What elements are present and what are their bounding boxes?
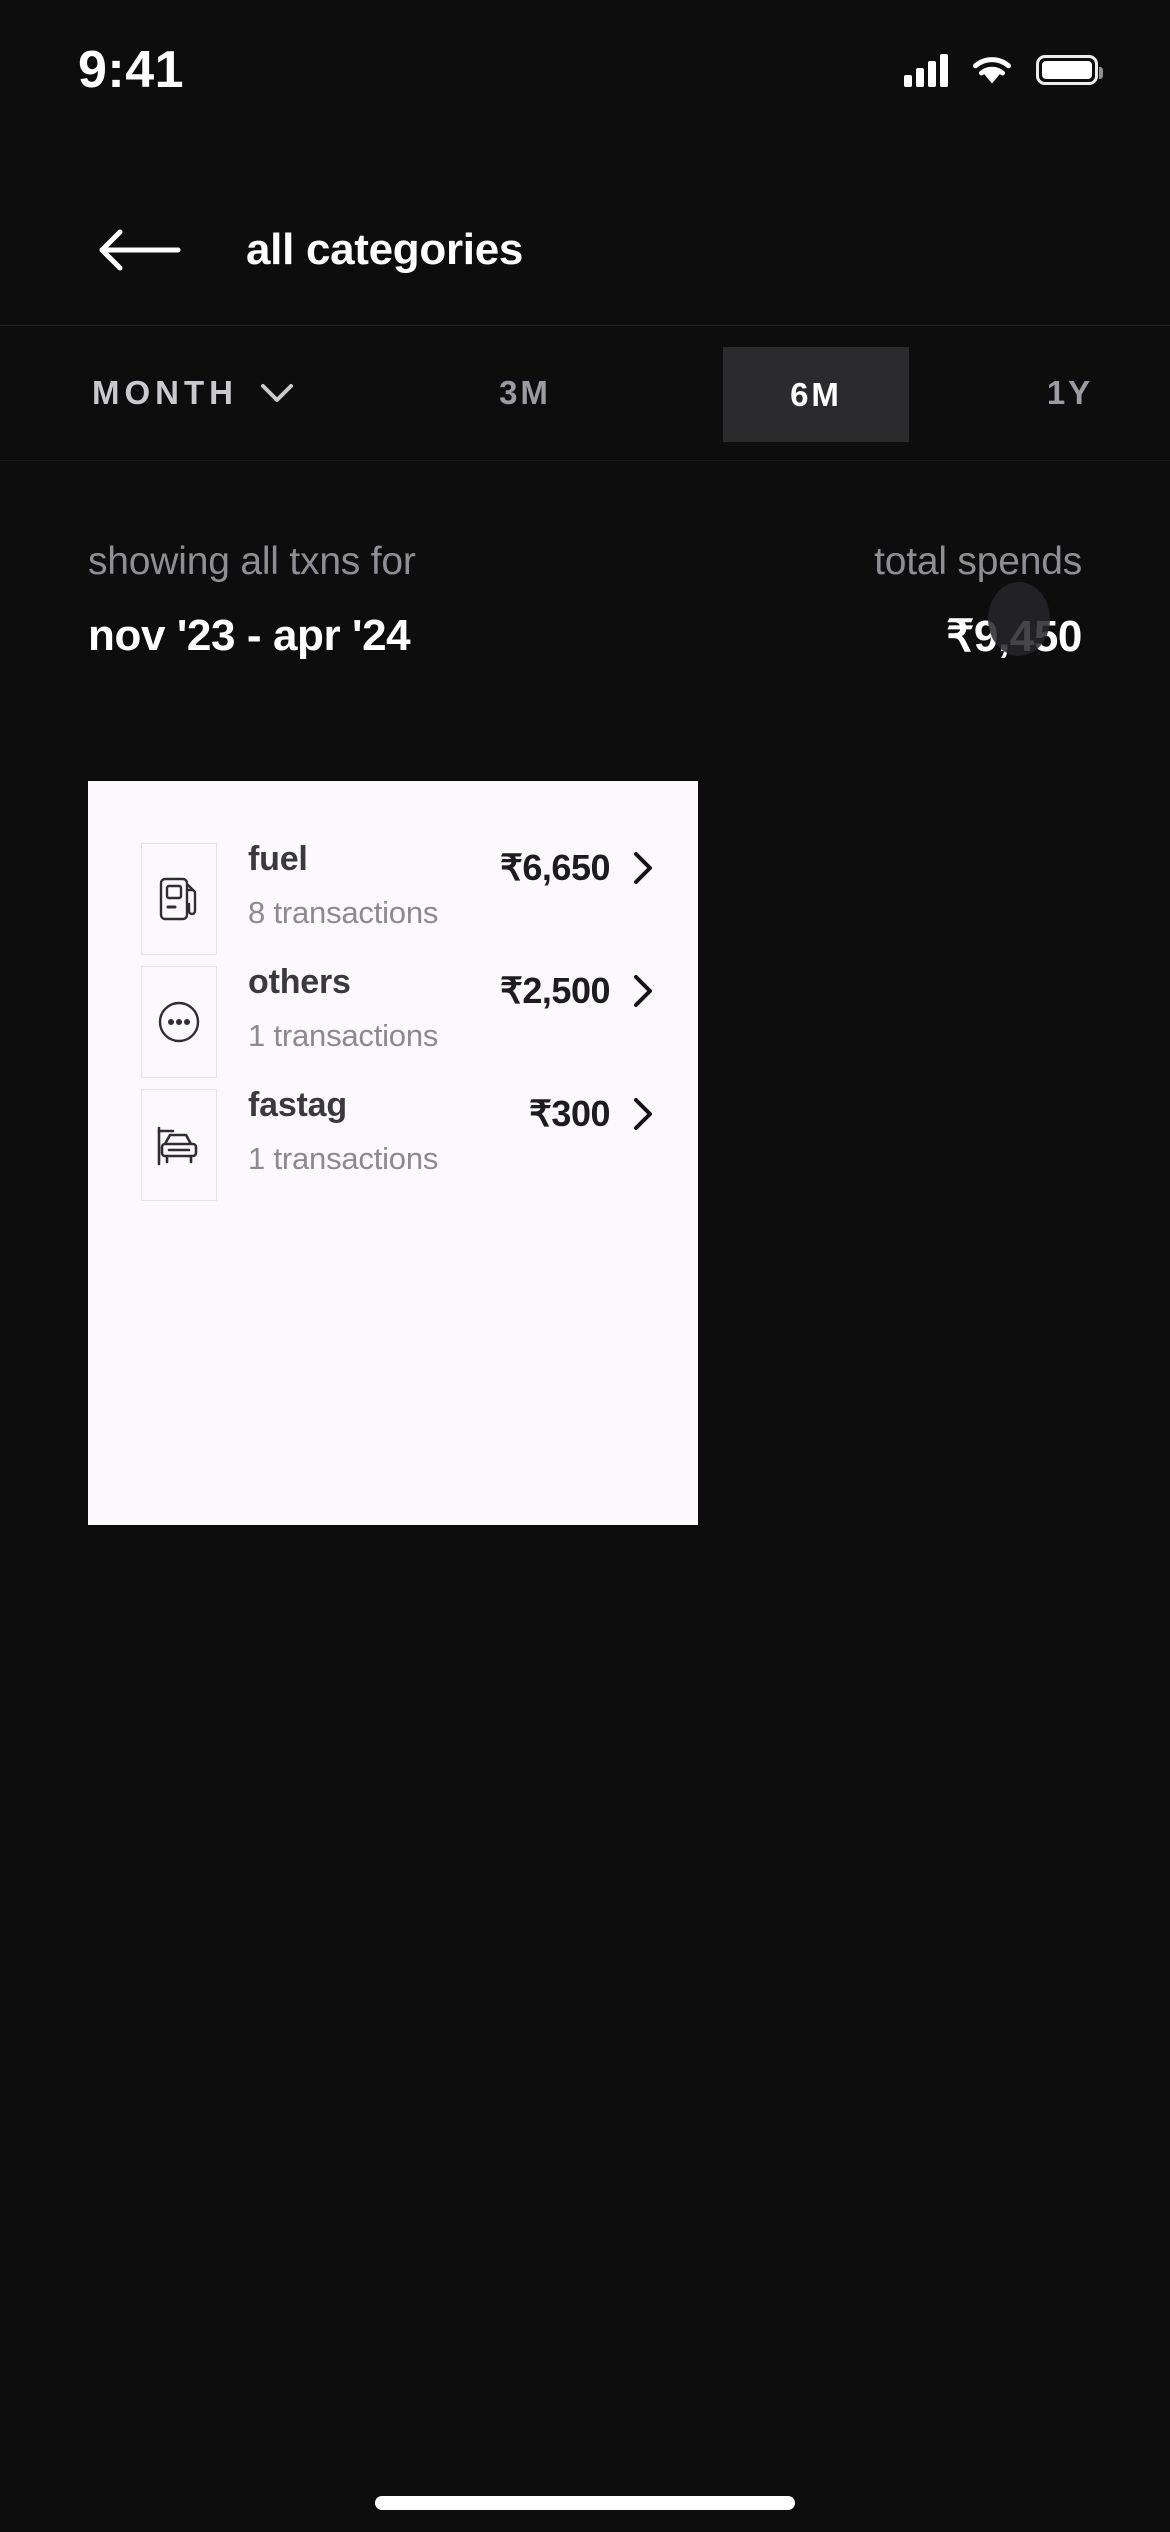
category-transactions: 1 transactions xyxy=(248,1141,439,1176)
category-amount-group-fastag[interactable]: ₹300 xyxy=(529,1093,654,1135)
range-tab-6m-label: 6M xyxy=(790,375,842,413)
page-title: all categories xyxy=(246,225,524,274)
back-arrow-icon[interactable] xyxy=(90,220,186,280)
summary-values: nov '23 - apr '24 ₹9,450 xyxy=(88,611,1082,662)
month-dropdown-label: MONTH xyxy=(92,374,238,411)
status-indicators xyxy=(904,53,1103,87)
range-tab-3m-label: 3M xyxy=(499,374,551,411)
three-dots-circle-icon xyxy=(141,966,217,1078)
period-filter-bar: MONTH 3M 6M 1Y xyxy=(0,325,1170,461)
wifi-icon xyxy=(973,57,1011,84)
summary-labels: showing all txns for total spends xyxy=(88,540,1082,584)
category-name: fuel xyxy=(248,840,308,878)
category-card: fuel 8 transactions ₹6,650 others 1 tran… xyxy=(88,781,698,1525)
chevron-right-icon xyxy=(634,1098,652,1130)
category-amount-group-fuel[interactable]: ₹6,650 xyxy=(500,847,654,889)
decorative-blob xyxy=(988,582,1050,656)
category-row-others[interactable]: others 1 transactions ₹2,500 xyxy=(88,963,698,1078)
battery-icon xyxy=(1036,55,1103,85)
fuel-pump-icon xyxy=(141,843,217,955)
chevron-right-icon xyxy=(634,852,652,884)
category-name: fastag xyxy=(248,1086,347,1124)
status-bar: 9:41 xyxy=(0,0,1170,140)
total-spends-label: total spends xyxy=(874,540,1082,583)
chevron-right-icon xyxy=(634,975,652,1007)
category-amount: ₹2,500 xyxy=(500,970,611,1011)
period-range-value: nov '23 - apr '24 xyxy=(88,611,411,660)
home-indicator[interactable] xyxy=(375,2496,795,2510)
category-amount: ₹300 xyxy=(529,1093,610,1134)
range-tab-1y[interactable]: 1Y xyxy=(990,326,1150,460)
category-row-fastag[interactable]: fastag 1 transactions ₹300 xyxy=(88,1086,698,1201)
category-row-fuel[interactable]: fuel 8 transactions ₹6,650 xyxy=(88,840,698,955)
cellular-signal-icon xyxy=(904,53,948,87)
summary-section: showing all txns for total spends nov '2… xyxy=(0,540,1170,720)
status-time: 9:41 xyxy=(78,41,185,99)
showing-label: showing all txns for xyxy=(88,540,416,583)
range-tab-3m[interactable]: 3M xyxy=(435,326,615,460)
range-tab-6m[interactable]: 6M xyxy=(723,347,909,442)
navigation-bar: all categories xyxy=(0,175,1170,325)
range-tab-1y-label: 1Y xyxy=(1046,374,1094,411)
category-text-others: others 1 transactions xyxy=(248,963,438,1054)
car-toll-gantry-icon xyxy=(141,1089,217,1201)
category-amount: ₹6,650 xyxy=(500,847,611,888)
chevron-down-icon xyxy=(260,384,293,402)
category-text-fastag: fastag 1 transactions xyxy=(248,1086,438,1177)
category-transactions: 1 transactions xyxy=(248,1018,439,1053)
category-transactions: 8 transactions xyxy=(248,895,439,930)
category-amount-group-others[interactable]: ₹2,500 xyxy=(500,970,654,1012)
category-text-fuel: fuel 8 transactions xyxy=(248,840,438,931)
category-name: others xyxy=(248,963,351,1001)
month-dropdown[interactable]: MONTH xyxy=(92,326,294,460)
